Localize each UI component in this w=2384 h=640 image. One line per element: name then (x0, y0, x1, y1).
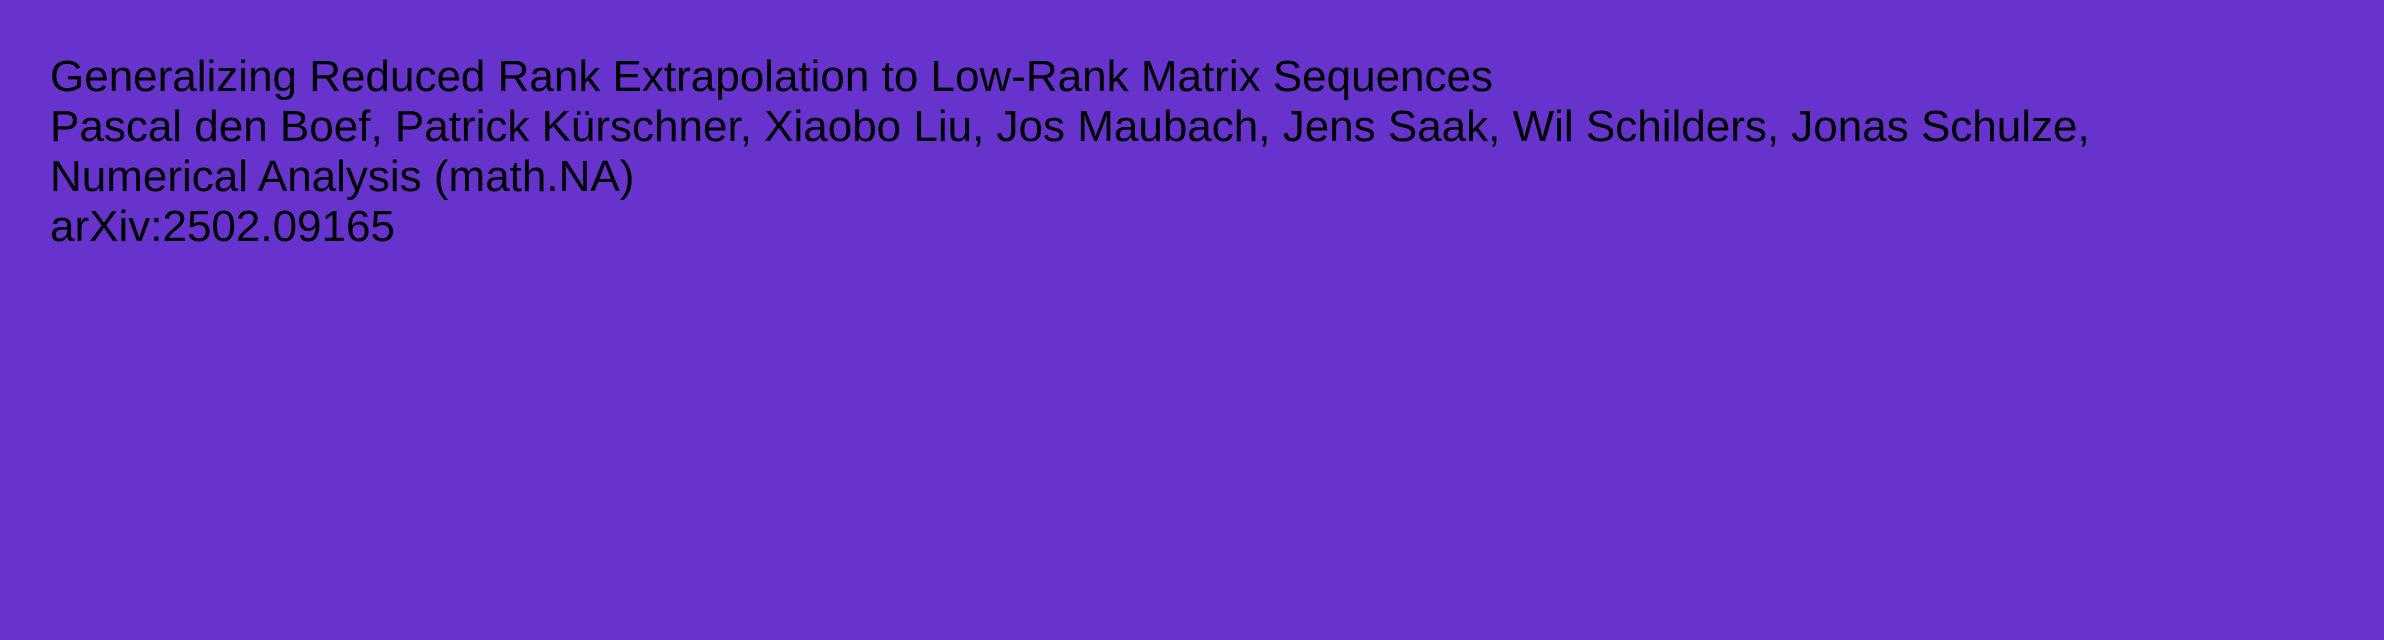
paper-category: Numerical Analysis (math.NA) (50, 152, 635, 201)
paper-authors: Pascal den Boef, Patrick Kürschner, Xiao… (50, 102, 2090, 151)
paper-card: Generalizing Reduced Rank Extrapolation … (0, 0, 2384, 640)
paper-title: Generalizing Reduced Rank Extrapolation … (50, 52, 1493, 101)
paper-arxiv-id: arXiv:2502.09165 (50, 202, 395, 251)
paper-info: Generalizing Reduced Rank Extrapolation … (50, 52, 2384, 252)
